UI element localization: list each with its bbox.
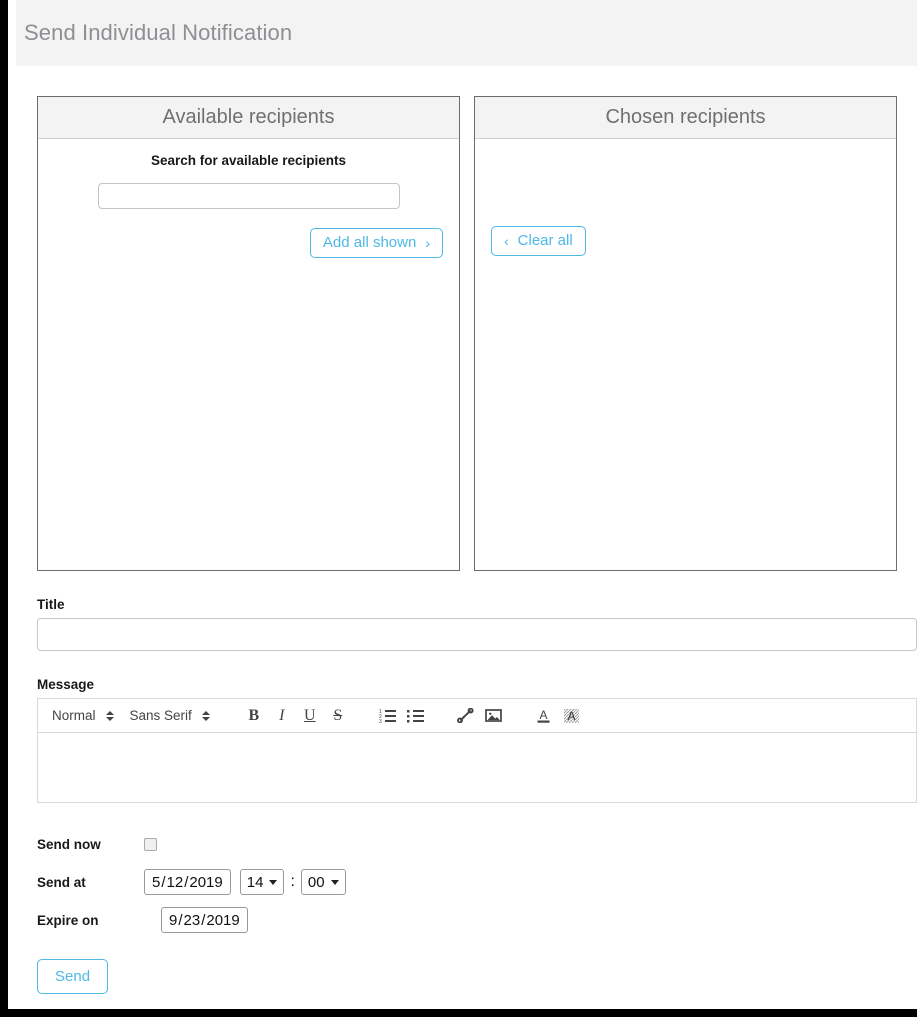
- add-all-shown-button[interactable]: Add all shown ›: [309, 228, 443, 258]
- expire-on-year: 2019: [206, 911, 240, 929]
- svg-text:A: A: [540, 708, 548, 722]
- ordered-list-icon[interactable]: 1 2 3: [374, 703, 402, 729]
- clear-all-row: ‹ Clear all: [491, 226, 880, 256]
- app-header: Send Individual Notification: [16, 0, 917, 66]
- stepper-arrows-icon: [105, 710, 114, 721]
- chevron-down-icon: [269, 879, 278, 885]
- expire-on-date-input[interactable]: 9 / 23 / 2019: [161, 907, 248, 933]
- expire-on-label: Expire on: [37, 912, 99, 928]
- search-label: Search for available recipients: [150, 153, 347, 168]
- font-family-select[interactable]: Sans Serif: [122, 704, 218, 728]
- send-now-checkbox[interactable]: [144, 837, 157, 851]
- available-recipients-title: Available recipients: [162, 106, 335, 128]
- send-at-date-input[interactable]: 5 / 12 / 2019: [144, 869, 231, 895]
- send-button[interactable]: Send: [37, 959, 109, 994]
- chosen-recipients-title: Chosen recipients: [605, 106, 766, 128]
- send-button-row: Send: [37, 959, 897, 994]
- send-now-label: Send now: [37, 836, 101, 852]
- available-recipients-panel: Available recipients Search for availabl…: [37, 96, 460, 571]
- chevron-left-icon: ‹: [504, 232, 509, 249]
- svg-text:3: 3: [379, 719, 382, 723]
- send-at-label: Send at: [37, 874, 86, 890]
- title-input[interactable]: [37, 618, 917, 651]
- bullet-list-icon[interactable]: [402, 703, 430, 729]
- font-family-value: Sans Serif: [129, 708, 192, 723]
- send-at-row: Send at 5 / 12 / 2019 14 : 00: [37, 863, 897, 901]
- expire-on-row: Expire on 9 / 23 / 2019: [37, 901, 897, 939]
- editor-toolbar: Normal Sans Serif B I U S 1 2 3 A A: [37, 698, 917, 733]
- chosen-recipients-header: Chosen recipients: [475, 97, 896, 139]
- send-at-minute-select[interactable]: 00: [300, 869, 346, 895]
- send-at-minute-value: 00: [307, 873, 325, 891]
- clear-all-label: Clear all: [517, 232, 573, 249]
- chosen-recipients-panel: Chosen recipients ‹ Clear all: [474, 96, 897, 571]
- message-editor-body[interactable]: [37, 733, 917, 803]
- page-content: Available recipients Search for availabl…: [16, 66, 917, 994]
- add-all-row: Add all shown ›: [54, 228, 443, 258]
- available-recipients-header: Available recipients: [38, 97, 459, 139]
- italic-button[interactable]: I: [268, 703, 296, 729]
- app-viewport: Send Individual Notification Available r…: [16, 0, 917, 1009]
- background-color-icon[interactable]: A: [558, 703, 586, 729]
- message-label: Message: [37, 677, 95, 692]
- page-frame: Send Individual Notification Available r…: [0, 0, 917, 1017]
- schedule-section: Send now Send at 5 / 12 / 2019 14: 00 E…: [37, 825, 897, 994]
- underline-button[interactable]: U: [296, 703, 324, 729]
- clear-all-button[interactable]: ‹ Clear all: [491, 226, 586, 256]
- time-separator: :: [290, 873, 295, 890]
- strikethrough-button[interactable]: S: [324, 703, 352, 729]
- link-icon[interactable]: [452, 703, 480, 729]
- title-label: Title: [37, 597, 65, 612]
- chevron-right-icon: ›: [425, 234, 430, 251]
- search-input[interactable]: [97, 183, 400, 209]
- chevron-down-icon: [330, 879, 339, 885]
- send-now-row: Send now: [37, 825, 897, 863]
- chosen-recipients-body: ‹ Clear all: [475, 139, 896, 570]
- stepper-arrows-icon: [201, 710, 210, 721]
- block-format-value: Normal: [52, 708, 96, 723]
- image-icon[interactable]: [480, 703, 508, 729]
- send-at-hour-select[interactable]: 14: [239, 869, 285, 895]
- add-all-shown-label: Add all shown: [322, 234, 417, 251]
- page-title: Send Individual Notification: [24, 20, 293, 45]
- recipient-picker: Available recipients Search for availabl…: [37, 96, 897, 571]
- svg-text:A: A: [568, 709, 576, 723]
- bold-button[interactable]: B: [240, 703, 268, 729]
- send-at-year: 2019: [189, 873, 223, 891]
- block-format-select[interactable]: Normal: [44, 704, 122, 728]
- available-recipients-body: Search for available recipients Add all …: [38, 139, 459, 570]
- text-color-icon[interactable]: A: [530, 703, 558, 729]
- send-at-day: 12: [166, 873, 184, 891]
- expire-on-month: 9: [169, 911, 178, 929]
- send-at-month: 5: [152, 873, 161, 891]
- send-at-hour-value: 14: [246, 873, 264, 891]
- expire-on-day: 23: [183, 911, 201, 929]
